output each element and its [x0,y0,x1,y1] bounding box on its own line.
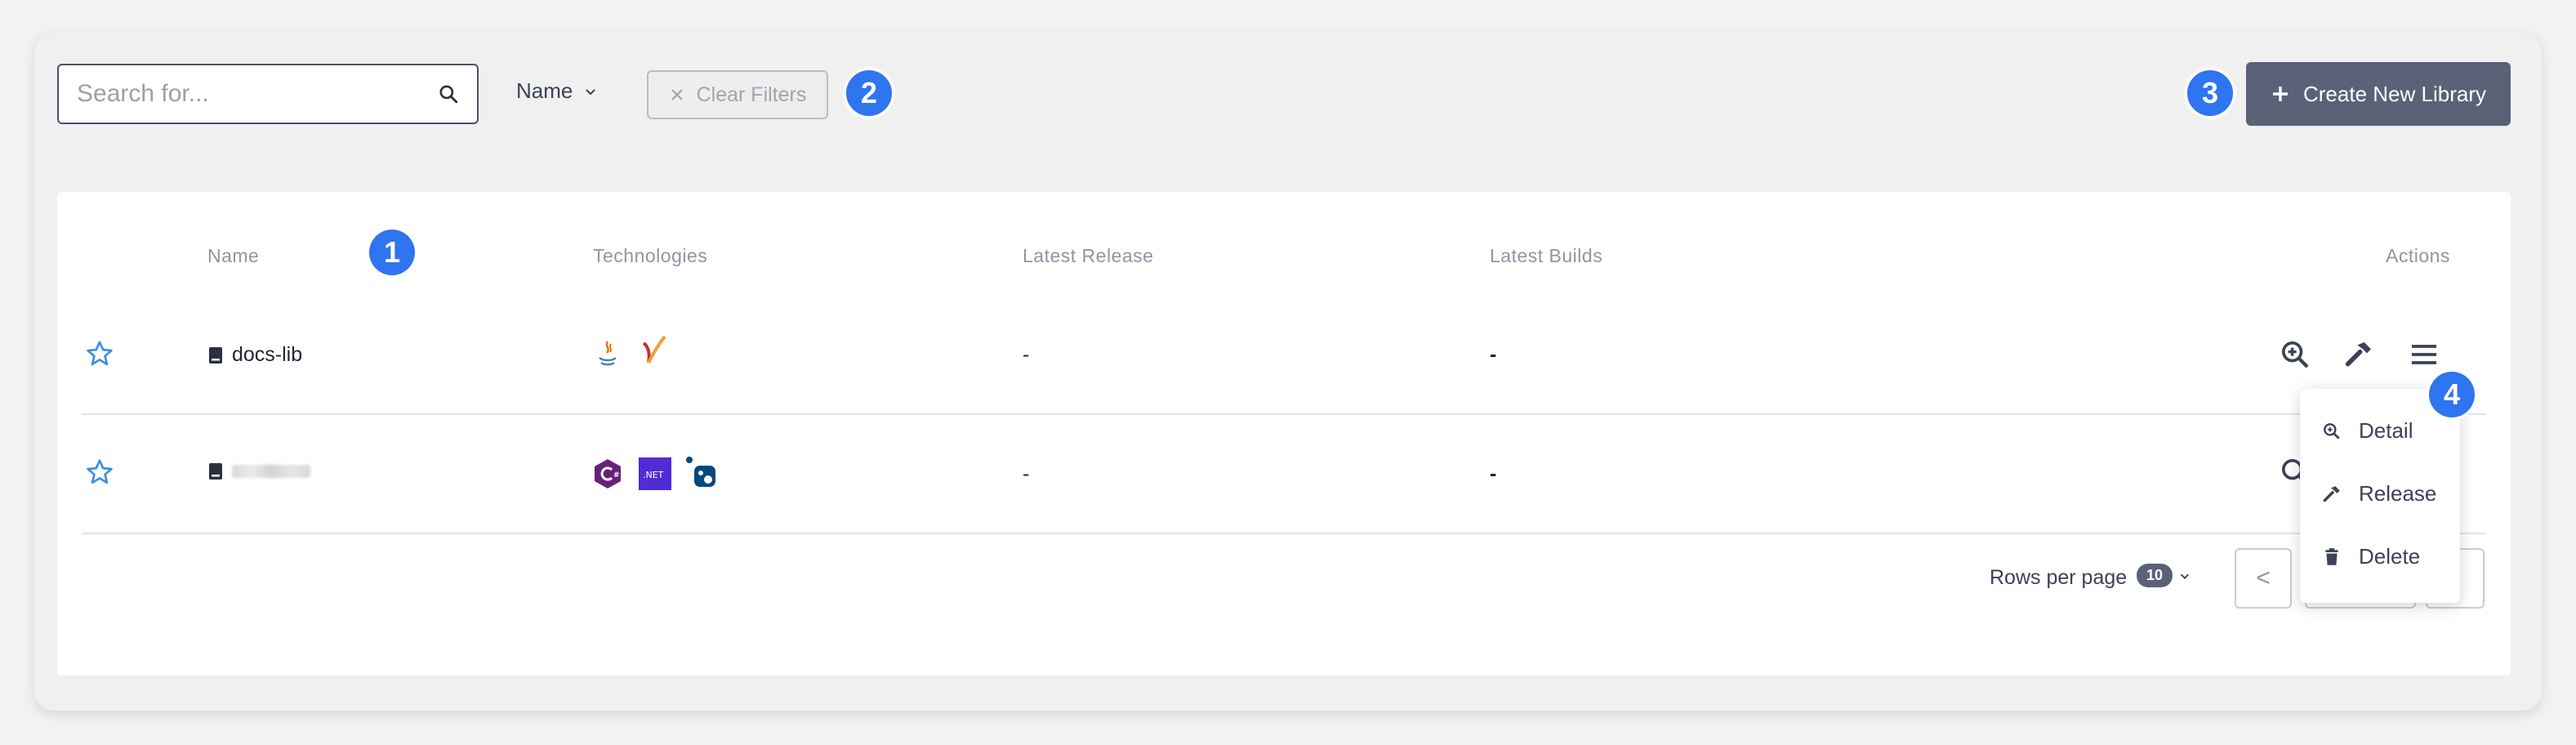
close-icon [671,89,683,100]
rows-per-page-value: 10 [2137,564,2173,587]
library-name-cell[interactable]: docs-lib [207,343,302,367]
nuget-icon [686,457,715,487]
search-field[interactable] [57,64,479,124]
annotation-badge-1: 1 [369,230,415,275]
java-icon [599,341,617,366]
name-filter-label: Name [516,78,573,103]
latest-release-cell: - [1023,462,1030,485]
hammer-icon [2323,485,2340,502]
search-icon[interactable] [438,83,459,105]
csharp-icon: # [595,459,621,488]
favorite-star-icon[interactable] [85,339,114,368]
search-input[interactable] [77,80,438,108]
create-button-label: Create New Library [2303,81,2486,106]
menu-icon[interactable] [2408,338,2440,371]
svg-text:#: # [613,471,620,480]
maven-icon [642,335,666,364]
row-divider [82,533,2486,534]
zoom-in-icon[interactable] [2279,338,2311,371]
latest-release-cell: - [1023,343,1030,366]
row-divider [82,413,2486,415]
hammer-icon[interactable] [2342,338,2375,371]
column-header-name[interactable]: Name [207,245,259,267]
name-filter-dropdown[interactable]: Name [516,78,597,104]
column-header-latest-release: Latest Release [1023,245,1154,266]
rows-per-page-select[interactable]: 10 [2137,564,2190,587]
library-name-cell[interactable] [207,462,310,480]
row-actions-menu: Detail Release Delete [2300,389,2460,603]
trash-icon [2325,547,2338,565]
redacted-library-name [232,465,310,478]
zoom-in-icon [2324,422,2340,439]
clear-filters-button[interactable]: Clear Filters [647,70,828,119]
library-table-card [57,192,2511,676]
latest-builds-cell: - [1490,462,1497,485]
annotation-badge-3: 3 [2187,70,2233,116]
menu-item-label: Delete [2359,544,2421,569]
chevron-down-icon [2180,573,2190,579]
column-header-actions: Actions [2386,245,2450,266]
create-new-library-button[interactable]: Create New Library [2246,62,2511,126]
menu-item-detail[interactable]: Detail [2321,418,2413,444]
annotation-badge-4: 4 [2429,372,2475,417]
menu-item-label: Release [2359,481,2437,506]
book-icon [209,463,222,480]
chevron-down-icon [586,88,596,95]
plus-icon [2273,87,2288,101]
svg-text:.NET: .NET [643,470,664,480]
clear-filters-label: Clear Filters [696,83,807,106]
menu-item-delete[interactable]: Delete [2321,544,2420,569]
library-name: docs-lib [232,343,303,366]
latest-builds-cell: - [1490,343,1497,366]
menu-item-release[interactable]: Release [2321,481,2436,506]
favorite-star-icon[interactable] [85,457,114,487]
annotation-badge-2: 2 [846,70,892,116]
menu-item-label: Detail [2359,418,2413,443]
dotnet-icon: .NET [639,457,671,490]
book-icon [209,346,222,364]
column-header-technologies: Technologies [593,245,708,266]
rows-per-page-label: Rows per page [1990,566,2128,589]
column-header-latest-builds: Latest Builds [1490,245,1603,266]
previous-page-button[interactable]: < [2235,548,2292,609]
